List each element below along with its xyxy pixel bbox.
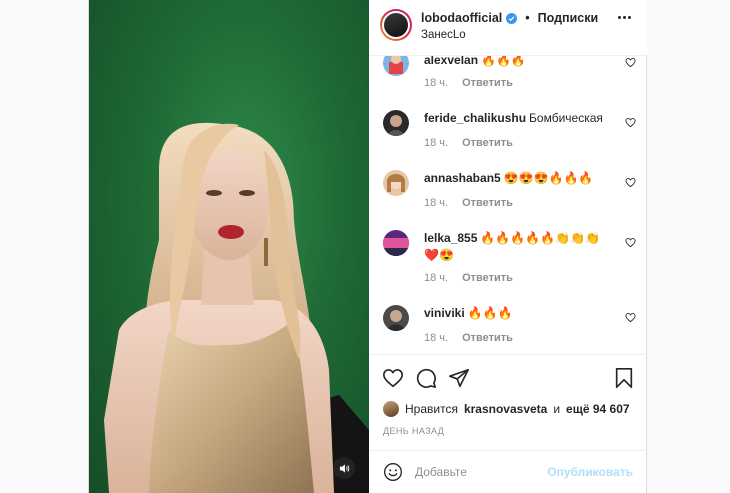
- reply-button[interactable]: Ответить: [462, 77, 513, 89]
- liker-avatar[interactable]: [383, 401, 399, 417]
- post-subtitle[interactable]: ЗанесLo: [421, 29, 466, 41]
- author-line: lobodaofficial • Подписки: [421, 11, 598, 25]
- heart-icon[interactable]: [625, 177, 636, 188]
- comment-text: annashaban5 😍😍😍🔥🔥🔥: [424, 171, 594, 185]
- post-video[interactable]: [89, 0, 369, 493]
- reply-button[interactable]: Ответить: [462, 197, 513, 209]
- comment-time[interactable]: 18 ч.: [424, 137, 448, 149]
- action-bar: [369, 354, 647, 394]
- likes-count[interactable]: ещё 94 607: [566, 402, 630, 416]
- mute-button[interactable]: [333, 457, 355, 479]
- publish-button[interactable]: Опубликовать: [547, 465, 633, 479]
- comment-meta: 18 ч. Ответить: [424, 332, 513, 344]
- post-header: lobodaofficial • Подписки ЗанесLo: [369, 0, 647, 56]
- speaker-icon: [339, 463, 349, 473]
- comment-time[interactable]: 18 ч.: [424, 77, 448, 89]
- post-dialog: lobodaofficial • Подписки ЗанесLo alexve…: [88, 0, 647, 493]
- likes-conj: и: [553, 402, 561, 416]
- comment-username[interactable]: feride_chalikushu: [424, 111, 526, 125]
- heart-icon[interactable]: [625, 117, 636, 128]
- heart-icon[interactable]: [625, 312, 636, 323]
- comment-text: lelka_855 🔥🔥🔥🔥🔥👏👏👏❤️😍: [424, 231, 600, 262]
- comment-input[interactable]: [415, 463, 545, 481]
- emoji-icon[interactable]: [383, 462, 403, 482]
- video-frame: [104, 122, 369, 493]
- comments-list[interactable]: alexvelan 🔥🔥🔥 18 ч. Ответить feride_chalik…: [369, 56, 647, 354]
- likes-summary: Нравится krasnovasveta и ещё 94 607: [383, 401, 630, 417]
- comment-bubble-icon[interactable]: [415, 367, 437, 389]
- like-heart-icon[interactable]: [382, 367, 404, 389]
- verified-badge-icon: [506, 12, 518, 24]
- commenter-avatar[interactable]: [383, 56, 409, 76]
- likes-prefix: Нравится: [405, 402, 458, 416]
- heart-icon[interactable]: [625, 57, 636, 68]
- author-username[interactable]: lobodaofficial: [421, 11, 502, 25]
- share-paper-plane-icon[interactable]: [448, 367, 470, 389]
- commenter-avatar[interactable]: [383, 230, 409, 256]
- commenter-avatar[interactable]: [383, 305, 409, 331]
- comment-text: viniviki 🔥🔥🔥: [424, 306, 513, 320]
- comment-username[interactable]: viniviki: [424, 306, 465, 320]
- reply-button[interactable]: Ответить: [462, 137, 513, 149]
- add-comment-bar: Опубликовать: [369, 450, 647, 493]
- comment-meta: 18 ч. Ответить: [424, 77, 513, 89]
- comment-text: alexvelan 🔥🔥🔥: [424, 56, 614, 69]
- commenter-avatar[interactable]: [383, 170, 409, 196]
- comment-username[interactable]: alexvelan: [424, 56, 478, 67]
- reply-button[interactable]: Ответить: [462, 332, 513, 344]
- comment-meta: 18 ч. Ответить: [424, 197, 513, 209]
- commenter-avatar[interactable]: [383, 110, 409, 136]
- comment-meta: 18 ч. Ответить: [424, 137, 513, 149]
- liker-username[interactable]: krasnovasveta: [464, 402, 547, 416]
- post-sidebar: lobodaofficial • Подписки ЗанесLo alexve…: [369, 0, 647, 493]
- heart-icon[interactable]: [625, 237, 636, 248]
- separator-dot: •: [525, 11, 530, 25]
- comment-username[interactable]: annashaban5: [424, 171, 501, 185]
- comment-text: feride_chalikushu Бомбическая: [424, 111, 603, 125]
- following-button[interactable]: Подписки: [538, 11, 599, 25]
- comment-meta: 18 ч. Ответить: [424, 272, 513, 284]
- comment-username[interactable]: lelka_855: [424, 231, 477, 245]
- reply-button[interactable]: Ответить: [462, 272, 513, 284]
- bookmark-icon[interactable]: [613, 367, 635, 389]
- comment-time[interactable]: 18 ч.: [424, 272, 448, 284]
- author-avatar[interactable]: [380, 9, 412, 41]
- comment-time[interactable]: 18 ч.: [424, 197, 448, 209]
- more-options-icon[interactable]: [618, 16, 631, 19]
- post-date[interactable]: ДЕНЬ НАЗАД: [383, 426, 444, 436]
- comment-time[interactable]: 18 ч.: [424, 332, 448, 344]
